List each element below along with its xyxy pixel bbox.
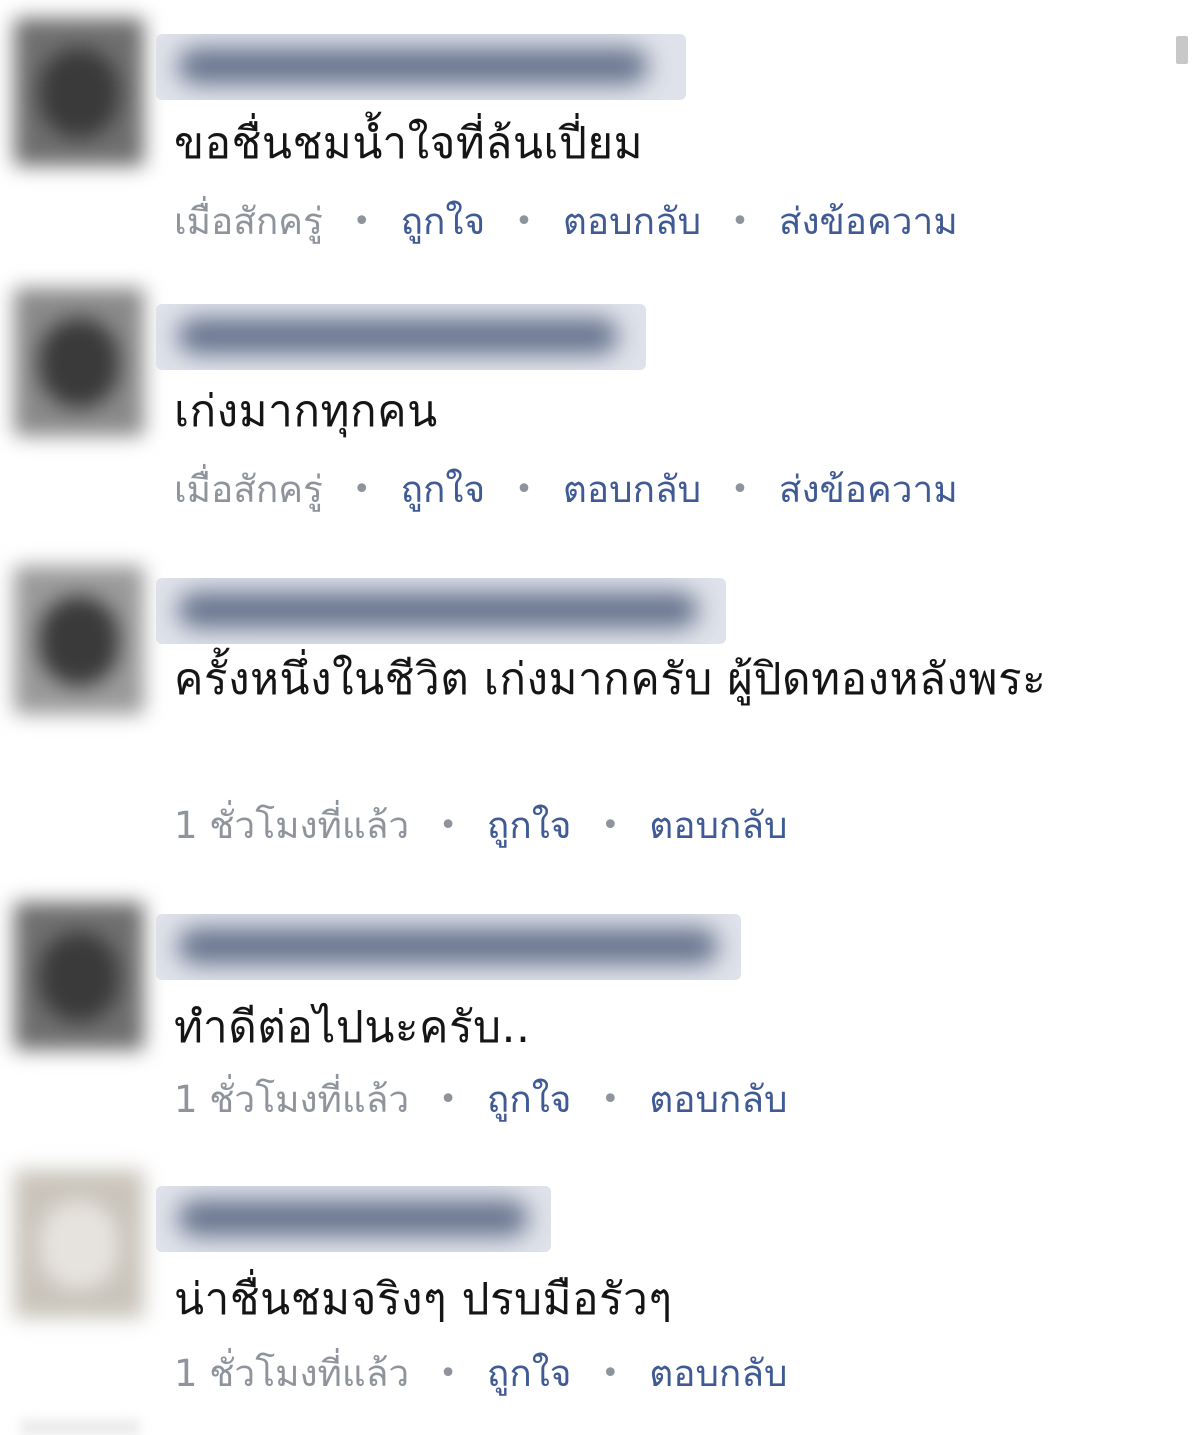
- comment-meta: เมื่อสักครู่ • ถูกใจ • ตอบกลับ • ส่งข้อความ: [174, 462, 958, 518]
- like-link[interactable]: ถูกใจ: [487, 1078, 572, 1121]
- separator-dot: •: [439, 1356, 457, 1391]
- reply-link[interactable]: ตอบกลับ: [563, 200, 701, 243]
- like-link[interactable]: ถูกใจ: [401, 468, 486, 511]
- comment-meta: 1 ชั่วโมงที่แล้ว • ถูกใจ • ตอบกลับ: [174, 798, 788, 854]
- like-link[interactable]: ถูกใจ: [401, 200, 486, 243]
- comment-meta: 1 ชั่วโมงที่แล้ว • ถูกใจ • ตอบกลับ: [174, 1072, 788, 1128]
- commenter-name-blurred[interactable]: [156, 1186, 551, 1252]
- separator-dot: •: [731, 204, 749, 239]
- comment-list: ขอชื่นชมน้ำใจที่ล้นเปี่ยม เมื่อสักครู่ • ถ…: [0, 0, 1200, 1435]
- comment-text: ขอชื่นชมน้ำใจที่ล้นเปี่ยม: [174, 118, 644, 169]
- message-link[interactable]: ส่งข้อความ: [779, 200, 958, 243]
- avatar[interactable]: [14, 288, 144, 436]
- avatar[interactable]: [14, 18, 144, 166]
- comment-timestamp[interactable]: เมื่อสักครู่: [174, 468, 323, 511]
- like-link[interactable]: ถูกใจ: [487, 1352, 572, 1395]
- separator-dot: •: [352, 204, 371, 239]
- scrollbar[interactable]: [1176, 36, 1188, 64]
- commenter-name-blurred[interactable]: [156, 304, 646, 370]
- comment-meta: เมื่อสักครู่ • ถูกใจ • ตอบกลับ • ส่งข้อความ: [174, 194, 958, 250]
- avatar[interactable]: [14, 1170, 144, 1318]
- commenter-name-blurred[interactable]: [156, 578, 726, 644]
- comment-timestamp[interactable]: เมื่อสักครู่: [174, 200, 323, 243]
- avatar[interactable]: [14, 902, 144, 1050]
- reply-link[interactable]: ตอบกลับ: [649, 1078, 787, 1121]
- separator-dot: •: [601, 1082, 620, 1117]
- comment-timestamp[interactable]: 1 ชั่วโมงที่แล้ว: [174, 1352, 409, 1395]
- comment-text: น่าชื่นชมจริงๆ ปรบมือรัวๆ: [174, 1274, 673, 1325]
- separator-dot: •: [439, 1082, 457, 1117]
- comment-text: ทำดีต่อไปนะครับ..: [174, 1002, 531, 1053]
- separator-dot: •: [515, 204, 533, 239]
- commenter-name-blurred[interactable]: [156, 914, 741, 980]
- separator-dot: •: [601, 808, 620, 843]
- comment-timestamp[interactable]: 1 ชั่วโมงที่แล้ว: [174, 804, 409, 847]
- reply-link[interactable]: ตอบกลับ: [649, 804, 787, 847]
- avatar[interactable]: [14, 566, 144, 714]
- comment-timestamp[interactable]: 1 ชั่วโมงที่แล้ว: [174, 1078, 409, 1121]
- like-link[interactable]: ถูกใจ: [487, 804, 572, 847]
- separator-dot: •: [515, 472, 533, 507]
- separator-dot: •: [731, 472, 749, 507]
- comment-text: เก่งมากทุกคน: [174, 386, 438, 437]
- message-link[interactable]: ส่งข้อความ: [779, 468, 958, 511]
- separator-dot: •: [601, 1356, 620, 1391]
- next-comment-avatar-edge: [20, 1420, 140, 1435]
- comment-text: ครั้งหนึ่งในชีวิต เก่งมากครับ ผู้ปิดทองห…: [174, 654, 1047, 705]
- separator-dot: •: [352, 472, 371, 507]
- commenter-name-blurred[interactable]: [156, 34, 686, 100]
- reply-link[interactable]: ตอบกลับ: [563, 468, 701, 511]
- separator-dot: •: [439, 808, 457, 843]
- comment-meta: 1 ชั่วโมงที่แล้ว • ถูกใจ • ตอบกลับ: [174, 1346, 788, 1402]
- reply-link[interactable]: ตอบกลับ: [649, 1352, 787, 1395]
